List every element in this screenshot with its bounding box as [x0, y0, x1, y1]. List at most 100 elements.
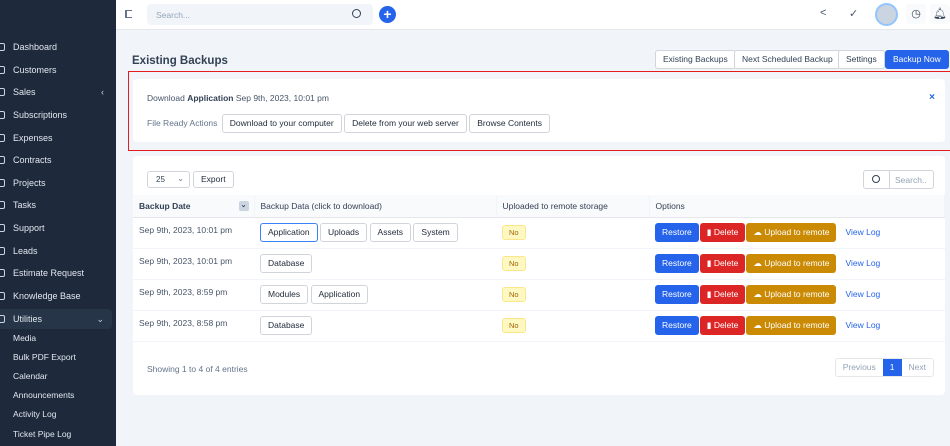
download-to-computer-button[interactable]: Download to your computer: [221, 114, 342, 133]
status-badge: No: [502, 256, 526, 271]
next-page-button[interactable]: Next: [902, 359, 933, 376]
backup-file-button[interactable]: System: [413, 223, 458, 242]
tab-settings[interactable]: Settings: [838, 50, 885, 69]
lifebuoy-icon: [0, 224, 5, 232]
check-icon: [0, 201, 5, 209]
view-log-link[interactable]: View Log: [845, 227, 880, 237]
restore-button[interactable]: Restore: [655, 285, 699, 304]
backup-file-button[interactable]: Database: [260, 254, 313, 273]
sidebar-item-contracts[interactable]: Contracts: [0, 150, 112, 170]
chevron-down-icon: ⌄: [177, 174, 184, 183]
upload-to-remote-button[interactable]: ☁ Upload to remote: [746, 254, 837, 273]
delete-button[interactable]: ▮ Delete: [699, 254, 746, 273]
page-1-button[interactable]: 1: [882, 359, 902, 376]
backup-data-cell: Database: [254, 248, 496, 280]
sidebar-item-label: Contracts: [13, 155, 52, 165]
backup-date: Sep 9th, 2023, 10:01 pm: [133, 248, 254, 280]
delete-button[interactable]: ▮ Delete: [699, 285, 746, 304]
column-options: Options: [649, 195, 945, 218]
backup-file-button[interactable]: Assets: [369, 223, 412, 242]
upload-to-remote-button[interactable]: ☁ Upload to remote: [746, 316, 837, 335]
share-icon[interactable]: <: [820, 7, 826, 19]
sidebar-subitem-bulk-pdf-export[interactable]: Bulk PDF Export: [13, 352, 76, 362]
tty-icon: [0, 247, 5, 255]
sidebar-item-projects[interactable]: Projects: [0, 173, 112, 193]
view-log-link[interactable]: View Log: [845, 258, 880, 268]
menu-toggle-icon[interactable]: [125, 10, 132, 18]
sidebar-item-label: Estimate Request: [13, 268, 85, 278]
options-cell: Restore ▮ Delete ☁ Upload to remote View Lo…: [649, 310, 945, 342]
backup-file-button[interactable]: Modules: [260, 285, 309, 304]
sidebar-subitem-media[interactable]: Media: [13, 333, 36, 343]
table-search-input[interactable]: Search..: [863, 170, 934, 189]
sidebar-item-support[interactable]: Support: [0, 218, 112, 238]
delete-from-server-button[interactable]: Delete from your web server: [344, 114, 467, 133]
export-button[interactable]: Export: [193, 171, 234, 188]
search-input[interactable]: Search...: [147, 4, 373, 25]
trash-icon: ▮: [706, 227, 714, 237]
sidebar-item-dashboard[interactable]: Dashboard: [0, 37, 112, 57]
options-cell: Restore ▮ Delete ☁ Upload to remote View Lo…: [649, 279, 945, 311]
status-badge: No: [502, 225, 526, 240]
search-icon[interactable]: [352, 9, 361, 18]
sidebar: Dashboard Customers Sales ‹ Subscriptions Exp…: [0, 0, 116, 446]
backup-file-button[interactable]: Database: [260, 316, 313, 335]
restore-button[interactable]: Restore: [655, 316, 699, 335]
upload-to-remote-button[interactable]: ☁ Upload to remote: [746, 223, 837, 242]
tab-existing-backups[interactable]: Existing Backups: [655, 50, 736, 69]
backup-file-button[interactable]: Application: [260, 223, 318, 242]
clock-icon[interactable]: ◷: [906, 4, 926, 24]
close-icon[interactable]: ×: [929, 92, 935, 103]
search-placeholder: Search...: [156, 10, 191, 20]
previous-page-button[interactable]: Previous: [836, 359, 883, 376]
sidebar-item-customers[interactable]: Customers: [0, 60, 112, 80]
upload-to-remote-button[interactable]: ☁ Upload to remote: [746, 285, 837, 304]
bell-icon[interactable]: 🔔︎: [930, 4, 950, 24]
backup-date: Sep 9th, 2023, 10:01 pm: [133, 217, 254, 249]
sidebar-subitem-calendar[interactable]: Calendar: [13, 371, 48, 381]
sidebar-item-tasks[interactable]: Tasks: [0, 195, 112, 215]
sidebar-item-subscriptions[interactable]: Subscriptions: [0, 105, 112, 125]
sidebar-item-label: Sales: [13, 87, 36, 97]
delete-button[interactable]: ▮ Delete: [699, 223, 746, 242]
sort-icon[interactable]: ⌄: [238, 200, 249, 211]
cloud-upload-icon: ☁: [753, 227, 765, 237]
restore-button[interactable]: Restore: [655, 254, 699, 273]
browse-contents-button[interactable]: Browse Contents: [469, 114, 550, 133]
backup-now-button[interactable]: Backup Now: [885, 50, 949, 69]
sidebar-item-estimate-request[interactable]: Estimate Request: [0, 263, 112, 283]
tab-next-scheduled-backup[interactable]: Next Scheduled Backup: [734, 50, 841, 69]
table-info: Showing 1 to 4 of 4 entries: [147, 364, 248, 374]
column-backup-date[interactable]: Backup Date ⌄: [133, 195, 255, 218]
trash-icon: ▮: [706, 320, 714, 330]
cloud-upload-icon: ☁: [753, 289, 765, 299]
view-log-link[interactable]: View Log: [845, 289, 880, 299]
sidebar-subitem-ticket-pipe-log[interactable]: Ticket Pipe Log: [13, 429, 71, 439]
sidebar-subitem-announcements[interactable]: Announcements: [13, 390, 74, 400]
avatar[interactable]: [875, 3, 898, 26]
sidebar-item-sales[interactable]: Sales ‹: [0, 82, 112, 102]
check-icon[interactable]: ✓: [849, 7, 858, 20]
sidebar-item-expenses[interactable]: Expenses: [0, 128, 112, 148]
delete-button[interactable]: ▮ Delete: [699, 316, 746, 335]
sidebar-item-utilities[interactable]: Utilities ⌄: [0, 309, 112, 329]
sidebar-item-label: Knowledge Base: [13, 291, 81, 301]
sidebar-item-leads[interactable]: Leads: [0, 241, 112, 261]
file-icon: [0, 134, 5, 142]
backup-file-button[interactable]: Uploads: [319, 223, 368, 242]
sidebar-item-knowledge-base[interactable]: Knowledge Base: [0, 286, 112, 306]
sidebar-subitem-activity-log[interactable]: Activity Log: [13, 409, 56, 419]
chevron-icon: ⌄: [96, 313, 104, 324]
sidebar-item-label: Customers: [13, 65, 57, 75]
restore-button[interactable]: Restore: [655, 223, 699, 242]
chart-icon: [0, 179, 5, 187]
cloud-upload-icon: ☁: [753, 258, 765, 268]
backup-file-button[interactable]: Application: [310, 285, 369, 304]
quick-create-button[interactable]: +: [379, 6, 396, 23]
download-text: Download Application Sep 9th, 2023, 10:0…: [147, 93, 329, 103]
refresh-icon: [0, 111, 5, 119]
user-icon: [0, 66, 5, 74]
download-panel: Download Application Sep 9th, 2023, 10:0…: [133, 79, 945, 142]
view-log-link[interactable]: View Log: [845, 320, 880, 330]
page-length-select[interactable]: 25 ⌄: [147, 171, 190, 188]
